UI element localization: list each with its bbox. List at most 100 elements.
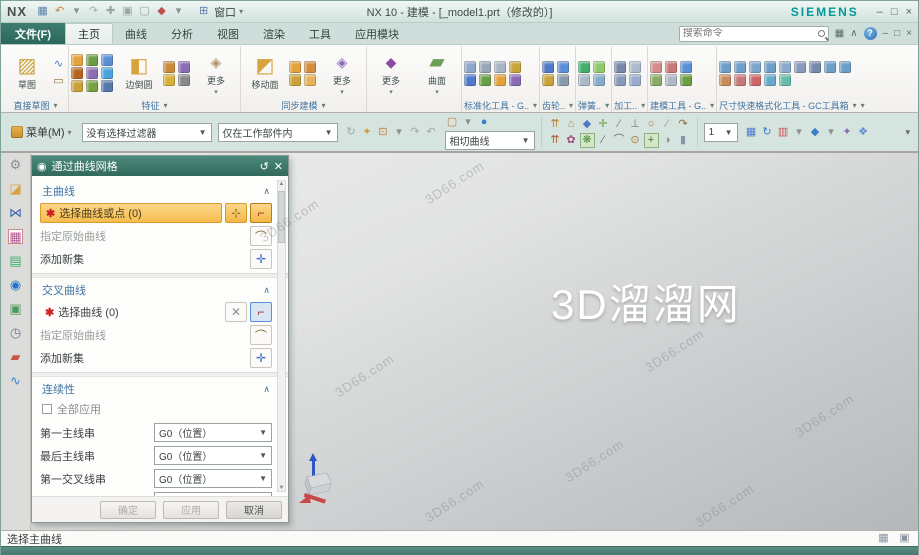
ribbon-icon[interactable] (71, 54, 83, 66)
snap-two-points-icon[interactable]: ⇈ (548, 117, 563, 132)
ribbon-icon[interactable] (719, 74, 731, 86)
touch-menu-arrow-icon[interactable]: ▾ (171, 4, 186, 19)
view-count-dropdown[interactable]: 1▼ (704, 123, 738, 142)
search-input[interactable] (683, 28, 818, 39)
tab-curve[interactable]: 曲线 (113, 23, 159, 44)
undo-small-icon[interactable]: ↶ (424, 125, 439, 140)
ribbon-icon[interactable] (593, 61, 605, 73)
selection-scope-dropdown[interactable]: 仅在工作部件内▼ (218, 123, 338, 142)
scroll-down-icon[interactable]: ▼ (278, 485, 285, 491)
snap-line-icon[interactable]: ∕ (612, 117, 627, 132)
materials-icon[interactable]: ▰ (8, 349, 23, 364)
scroll-up-icon[interactable]: ▲ (278, 181, 285, 187)
doc-close-icon[interactable]: × (906, 28, 912, 39)
snap-circle-icon[interactable]: ○ (644, 117, 659, 132)
render-style-icon[interactable]: ✦ (840, 125, 855, 140)
cut-icon[interactable]: ✚ (103, 4, 118, 19)
ribbon-icon[interactable] (809, 61, 821, 73)
add-new-set-button[interactable]: ✛ (250, 348, 272, 368)
ribbon-icon[interactable] (86, 54, 98, 66)
move-face-button[interactable]: ◩ 移动面 (243, 55, 287, 91)
ribbon-icon[interactable] (614, 74, 626, 86)
visual-reports-icon[interactable]: ▣ (8, 301, 23, 316)
surface-button[interactable]: ▰ 曲面 ▾ (415, 51, 459, 96)
help-icon[interactable]: ? (864, 27, 877, 40)
ribbon-icon[interactable] (650, 61, 662, 73)
group-dialog-arrow-icon[interactable]: ▾ (54, 101, 58, 110)
ribbon-icon[interactable] (304, 61, 316, 73)
snap-arc-center-icon[interactable]: ⌒ (612, 133, 627, 148)
settings-arrow-icon[interactable]: ▾ (392, 125, 407, 140)
copy-icon[interactable]: ▣ (120, 4, 135, 19)
redo-small-icon[interactable]: ↷ (408, 125, 423, 140)
snap-settings-icon[interactable]: ⊡ (376, 125, 391, 140)
ribbon-icon[interactable] (578, 74, 590, 86)
curve-select-button[interactable]: ⌐ (250, 302, 272, 322)
history-icon[interactable]: ◷ (8, 325, 23, 340)
last-cross-string-dropdown[interactable]: G0（位置）▼ (154, 492, 272, 496)
ribbon-icon[interactable] (665, 74, 677, 86)
touch-mode-icon[interactable]: ◆ (154, 4, 169, 19)
ribbon-icon[interactable] (163, 61, 175, 73)
ribbon-icon[interactable] (614, 61, 626, 73)
command-finder-icon[interactable]: ▦ (835, 28, 844, 39)
last-main-string-dropdown[interactable]: G0（位置）▼ (154, 446, 272, 465)
toolbar-overflow-arrow-icon[interactable]: ▾ (905, 127, 912, 138)
ribbon-icon[interactable] (101, 80, 113, 92)
doc-minimize-icon[interactable]: – (883, 28, 889, 39)
snap-quadrant-icon[interactable]: ◑ (660, 133, 675, 148)
paste-icon[interactable]: ▢ (137, 4, 152, 19)
ribbon-icon[interactable] (593, 74, 605, 86)
undo-menu-arrow-icon[interactable]: ▾ (69, 4, 84, 19)
origin-curve-button[interactable]: ⌒ (250, 226, 272, 246)
ribbon-icon[interactable] (494, 74, 506, 86)
ribbon-icon[interactable] (629, 74, 641, 86)
ribbon-icon[interactable] (680, 61, 692, 73)
ribbon-icon[interactable] (719, 61, 731, 73)
ribbon-icon[interactable] (86, 67, 98, 79)
shaded-sphere-icon[interactable]: ● (477, 115, 492, 130)
edge-blend-button[interactable]: ◧ 边倒圆 (117, 55, 161, 91)
snap-arc-icon[interactable]: ↷ (676, 117, 691, 132)
ribbon-icon[interactable] (101, 67, 113, 79)
studio-spline-icon[interactable]: ∿ (51, 57, 66, 72)
ribbon-icon[interactable] (101, 54, 113, 66)
collapse-icon[interactable]: ∧ (263, 384, 270, 395)
ribbon-icon[interactable] (665, 61, 677, 73)
ribbon-icon[interactable] (289, 74, 301, 86)
origin-curve-button[interactable]: ⌒ (250, 325, 272, 345)
snap-existing-point-icon[interactable]: ❋ (580, 133, 595, 148)
grid-display-icon[interactable]: ▥ (776, 125, 791, 140)
snap-point-on-curve-icon[interactable]: + (644, 133, 659, 148)
dialog-header[interactable]: ◉ 通过曲线网格 ↺ ✕ (32, 156, 288, 176)
group-dialog-arrow-icon[interactable]: ▾ (641, 101, 645, 110)
part-navigator-icon[interactable]: ▦ (8, 229, 23, 244)
ribbon-icon[interactable] (734, 61, 746, 73)
feature-more-button[interactable]: ◈ 更多 ▾ (194, 51, 238, 96)
ribbon-icon[interactable] (794, 61, 806, 73)
rectangle-icon[interactable]: ▭ (51, 74, 66, 89)
ribbon-icon[interactable] (764, 74, 776, 86)
add-new-set-button[interactable]: ✛ (250, 249, 272, 269)
ribbon-icon[interactable] (479, 61, 491, 73)
snap-intersection-icon[interactable]: ✛ (596, 117, 611, 132)
snapshot-icon[interactable]: ❖ (856, 125, 871, 140)
ribbon-icon[interactable] (464, 74, 476, 86)
ribbon-icon[interactable] (289, 61, 301, 73)
grid-arrow-icon[interactable]: ▾ (792, 125, 807, 140)
collapse-icon[interactable]: ∧ (263, 285, 270, 296)
ribbon-icon[interactable] (764, 61, 776, 73)
point-constructor-button[interactable]: ⊹ (225, 203, 247, 223)
first-cross-string-dropdown[interactable]: G0（位置）▼ (154, 469, 272, 488)
dialog-reset-icon[interactable]: ↺ (260, 160, 269, 173)
window-layout-icon[interactable]: ▦ (744, 125, 759, 140)
dialog-close-icon[interactable]: ✕ (274, 160, 283, 173)
ribbon-icon[interactable] (464, 61, 476, 73)
ribbon-icon[interactable] (71, 80, 83, 92)
ribbon-icon[interactable] (749, 74, 761, 86)
save-icon[interactable]: ▦ (35, 4, 50, 19)
select-curve-or-point-field[interactable]: ✱ 选择曲线或点 (0) (40, 203, 222, 223)
minimize-button[interactable]: – (877, 6, 883, 18)
work-view-icon[interactable]: ▣ (897, 531, 912, 546)
web-browser-icon[interactable]: ◉ (8, 277, 23, 292)
